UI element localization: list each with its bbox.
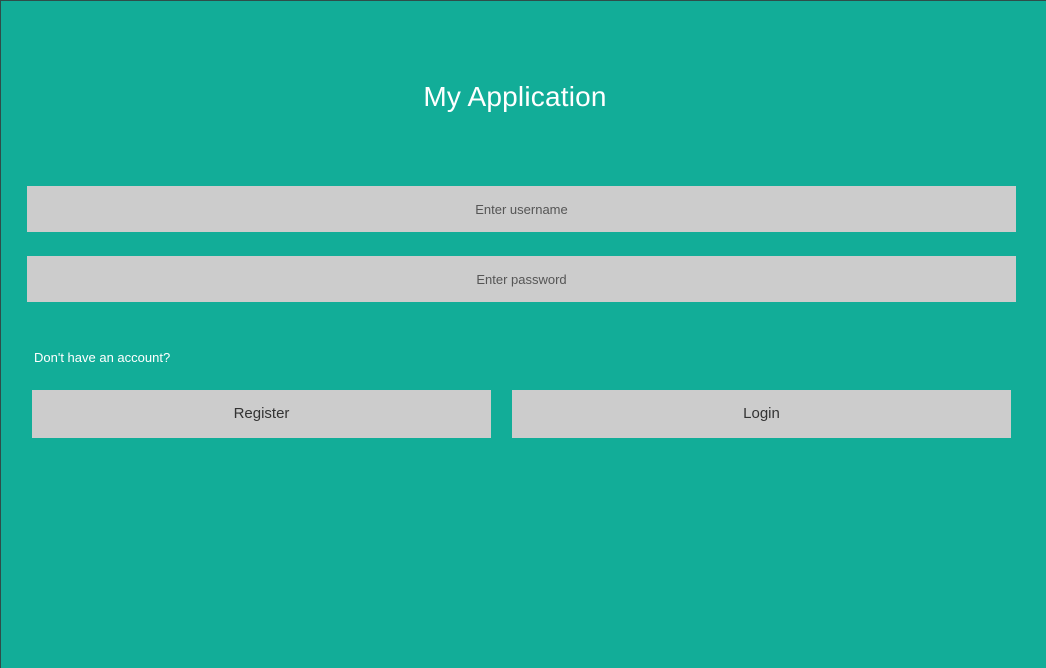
- username-input[interactable]: [27, 186, 1016, 232]
- app-title: My Application: [423, 81, 607, 112]
- register-button[interactable]: Register: [32, 390, 491, 438]
- no-account-hint: Don't have an account?: [34, 350, 171, 365]
- login-button[interactable]: Login: [512, 390, 1011, 438]
- password-input[interactable]: [27, 256, 1016, 302]
- app-window: My Application Don't have an account? Re…: [0, 0, 1046, 668]
